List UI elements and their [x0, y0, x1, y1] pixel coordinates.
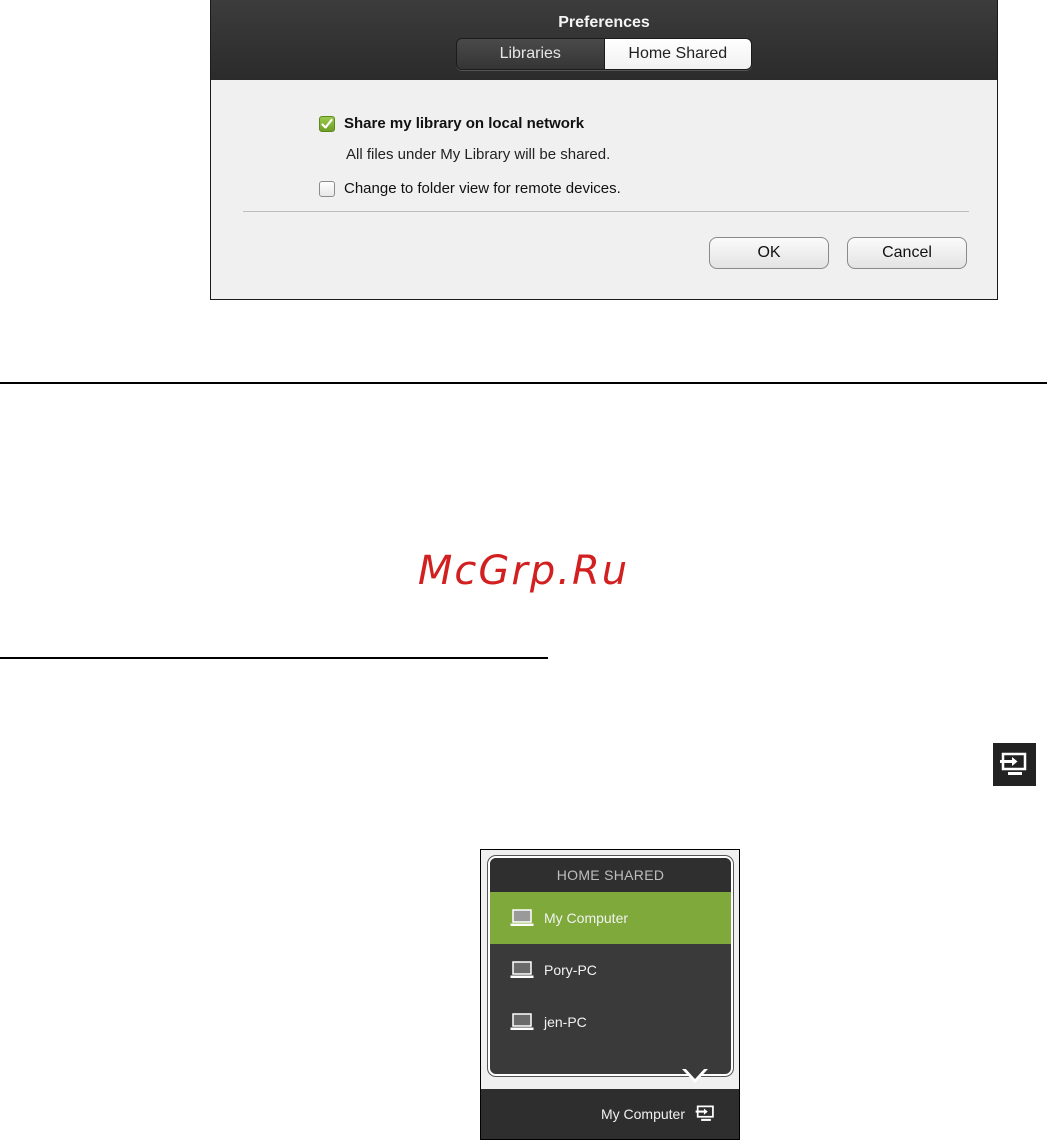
watermark: McGrp.Ru [417, 548, 630, 594]
preferences-dialog: Preferences Libraries Home Shared Share … [210, 0, 998, 300]
home-shared-popup: HOME SHARED My Computer Pory-PC jen-PC [488, 856, 733, 1076]
device-item-pory-pc[interactable]: Pory-PC [490, 944, 731, 996]
share-library-option[interactable]: Share my library on local network [319, 115, 584, 132]
home-shared-panel: HOME SHARED My Computer Pory-PC jen-PC M… [480, 849, 740, 1140]
share-library-checkbox[interactable] [319, 115, 335, 132]
home-shared-bar[interactable]: My Computer [481, 1089, 739, 1139]
device-label: My Computer [544, 910, 629, 926]
cancel-button[interactable]: Cancel [847, 237, 967, 269]
device-label: jen-PC [544, 1014, 587, 1030]
dialog-title: Preferences [558, 14, 650, 31]
laptop-icon [510, 961, 534, 978]
tab-home-shared[interactable]: Home Shared [604, 39, 751, 69]
page-rule-short [0, 657, 548, 659]
laptop-icon [510, 909, 534, 926]
divider [243, 211, 969, 212]
page-rule-top [0, 382, 1047, 384]
dialog-header: Preferences Libraries Home Shared [211, 0, 997, 80]
folder-view-checkbox[interactable] [319, 180, 335, 197]
checkmark-icon [321, 118, 333, 129]
folder-view-option[interactable]: Change to folder view for remote devices… [319, 180, 621, 197]
device-item-jen-pc[interactable]: jen-PC [490, 996, 731, 1048]
tab-libraries[interactable]: Libraries [457, 39, 605, 69]
share-note: All files under My Library will be share… [346, 146, 611, 163]
folder-view-label: Change to folder view for remote devices… [344, 180, 621, 197]
device-item-my-computer[interactable]: My Computer [490, 892, 731, 944]
current-device-label: My Computer [600, 1106, 685, 1122]
ok-button[interactable]: OK [709, 237, 829, 269]
home-share-icon [993, 743, 1036, 786]
home-share-icon[interactable] [695, 1105, 717, 1123]
popup-title: HOME SHARED [490, 858, 731, 892]
popup-pointer-fill [684, 1067, 706, 1079]
share-library-label: Share my library on local network [344, 115, 585, 132]
laptop-icon [510, 1013, 534, 1030]
device-label: Pory-PC [544, 962, 597, 978]
tab-switcher: Libraries Home Shared [456, 38, 752, 70]
